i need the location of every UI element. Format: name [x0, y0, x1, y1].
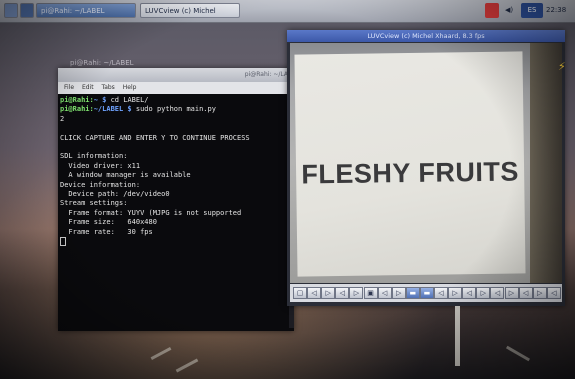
output-line: 2	[60, 114, 65, 123]
output-line: Frame size: 640x480	[60, 218, 157, 227]
terminal-window[interactable]: pi@Rahi: ~/LA File Edit Tabs Help pi@Rah…	[58, 68, 294, 331]
luvcview-control-button[interactable]: ◁	[377, 287, 392, 299]
camera-preview: FLESHY FRUITS ⚡	[290, 43, 566, 283]
network-icon[interactable]	[485, 3, 499, 18]
luvcview-control-bar: ▢ ◁ ▷ ◁ ▷ ▣ ◁ ▷ ▬ ▬ ◁ ▷ ◁ ▷ ◁ ▷ ◁ ▷ ◁	[290, 284, 562, 302]
output-line: Device path: /dev/video0	[60, 190, 170, 199]
clock: 22:38	[546, 6, 567, 14]
luvcview-control-button[interactable]: ◁	[546, 287, 561, 299]
output-line: A window manager is available	[60, 171, 191, 180]
keyboard-layout-indicator[interactable]: ES	[521, 3, 543, 18]
captured-card: FLESHY FRUITS	[294, 51, 526, 277]
luvcview-control-button[interactable]: ◁	[462, 287, 477, 299]
luvcview-window[interactable]: LUVCview (c) Michel Xhaard, 8.3 fps FLES…	[287, 30, 566, 306]
luvcview-control-button[interactable]: ▣	[363, 287, 378, 299]
menu-file[interactable]: File	[64, 84, 74, 91]
luvcview-control-button[interactable]: ▷	[504, 287, 519, 299]
road-marking	[175, 358, 199, 373]
output-line: Frame rate: 30 fps	[60, 227, 153, 236]
card-label: FLESHY FRUITS	[301, 156, 520, 190]
terminal-cursor	[60, 237, 66, 247]
monitor-stand	[455, 306, 460, 366]
output-line: Stream settings:	[60, 199, 128, 208]
taskbar-luvcview-button[interactable]: LUVCview (c) Michel	[140, 3, 240, 18]
luvcview-control-button[interactable]: ▬	[419, 287, 434, 299]
output-line: SDL information:	[60, 152, 128, 161]
terminal-output[interactable]: pi@Rahi:~ $ cd LABEL/ pi@Rahi:~/LABEL $ …	[60, 96, 288, 328]
menu-tabs[interactable]: Tabs	[102, 84, 115, 91]
file-manager-icon[interactable]	[20, 3, 34, 18]
taskbar: pi@Rahi: ~/LABEL LUVCview (c) Michel ◀) …	[0, 0, 575, 23]
luvcview-control-button[interactable]: ◁	[335, 287, 350, 299]
road-marking	[150, 347, 172, 360]
lightning-icon: ⚡	[558, 60, 566, 73]
preview-background-edge	[530, 43, 562, 283]
output-line: Video driver: x11	[60, 161, 141, 170]
output-line: Frame format: YUYV (MJPG is not supporte…	[60, 208, 242, 217]
luvcview-control-button[interactable]: ▷	[349, 287, 364, 299]
luvcview-control-button[interactable]: ▷	[532, 287, 547, 299]
raspberry-menu-icon[interactable]	[4, 3, 18, 18]
output-line: CLICK CAPTURE AND ENTER Y TO CONTINUE PR…	[60, 133, 250, 142]
desktop-window-label: pi@Rahi: ~/LABEL	[70, 59, 134, 67]
luvcview-control-button[interactable]: ▬	[405, 287, 420, 299]
luvcview-control-button[interactable]: ◁	[490, 287, 505, 299]
prompt-dir: ~/LABEL $	[93, 105, 132, 114]
luvcview-control-button[interactable]: ▢	[293, 287, 307, 299]
luvcview-control-button[interactable]: ▷	[476, 287, 491, 299]
command-line: sudo python main.py	[131, 105, 216, 114]
prompt-user: pi@Rahi:	[60, 96, 94, 104]
luvcview-control-button[interactable]: ▷	[321, 287, 336, 299]
terminal-title-bar[interactable]: pi@Rahi: ~/LA	[58, 68, 294, 82]
terminal-menu-bar: File Edit Tabs Help	[58, 82, 294, 94]
volume-icon[interactable]: ◀)	[505, 3, 517, 18]
menu-edit[interactable]: Edit	[82, 84, 94, 91]
luvcview-control-button[interactable]: ◁	[434, 287, 448, 299]
taskbar-terminal-button[interactable]: pi@Rahi: ~/LABEL	[36, 3, 136, 18]
output-line: Device information:	[60, 180, 141, 189]
luvcview-control-button[interactable]: ▷	[448, 287, 463, 299]
luvcview-title-bar[interactable]: LUVCview (c) Michel Xhaard, 8.3 fps	[287, 30, 565, 42]
luvcview-control-button[interactable]: ◁	[307, 287, 322, 299]
prompt-user: pi@Rahi:	[60, 105, 94, 114]
prompt-dir: ~ $	[93, 96, 107, 104]
command-line: cd LABEL/	[106, 96, 149, 104]
luvcview-control-button[interactable]: ▷	[391, 287, 406, 299]
menu-help[interactable]: Help	[123, 84, 137, 91]
terminal-title: pi@Rahi: ~/LA	[244, 71, 288, 78]
road-marking	[505, 345, 531, 362]
luvcview-control-button[interactable]: ◁	[518, 287, 533, 299]
